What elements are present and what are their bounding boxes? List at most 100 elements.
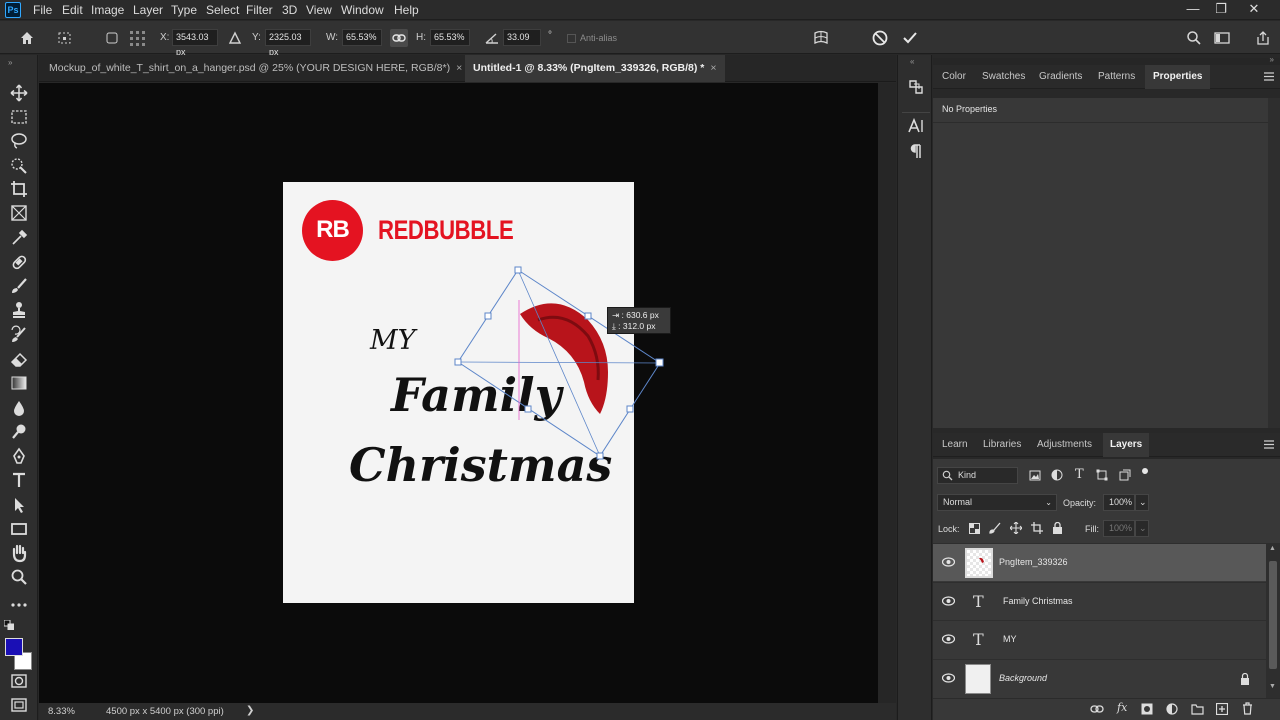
tab-layers[interactable]: Layers: [1103, 433, 1150, 457]
lasso-tool-icon[interactable]: [9, 131, 29, 151]
healing-brush-tool-icon[interactable]: [9, 252, 29, 272]
menu-type[interactable]: Type: [171, 3, 197, 17]
tab-swatches[interactable]: Swatches: [976, 65, 1031, 89]
visibility-eye-icon[interactable]: [942, 673, 955, 683]
tab-properties[interactable]: Properties: [1145, 65, 1211, 89]
vertical-scrollbar[interactable]: [878, 83, 896, 703]
opacity-field[interactable]: 100%: [1103, 494, 1135, 511]
layer-row-background[interactable]: Background: [933, 659, 1266, 698]
width-field[interactable]: 65.53%: [342, 29, 382, 46]
fill-chevron-icon[interactable]: ⌄: [1135, 520, 1149, 537]
blur-tool-icon[interactable]: [9, 398, 29, 418]
menu-layer[interactable]: Layer: [133, 3, 163, 17]
filter-smart-object-icon[interactable]: [1119, 469, 1131, 481]
layer-row-my[interactable]: T MY: [933, 620, 1266, 658]
collapse-dock-icon[interactable]: »: [1270, 55, 1274, 64]
layers-scrollbar[interactable]: ▲ ▼: [1266, 543, 1280, 698]
dodge-tool-icon[interactable]: [9, 422, 29, 442]
layer-row-pngitem[interactable]: PngItem_339326: [933, 543, 1266, 581]
rotation-angle-field[interactable]: 33.09: [503, 29, 541, 46]
link-proportions-icon[interactable]: [390, 29, 408, 47]
filter-shape-icon[interactable]: [1096, 469, 1108, 481]
menu-edit[interactable]: Edit: [62, 3, 83, 17]
link-layers-icon[interactable]: [1090, 704, 1104, 714]
gradient-tool-icon[interactable]: [9, 373, 29, 393]
menu-3d[interactable]: 3D: [282, 3, 297, 17]
collapse-strip-icon[interactable]: «: [910, 57, 914, 66]
x-position-field[interactable]: 3543.03 px: [172, 29, 218, 57]
transform-reference-icon[interactable]: [56, 29, 74, 47]
menu-view[interactable]: View: [306, 3, 332, 17]
transform-handle-bottom[interactable]: [596, 452, 604, 460]
close-icon[interactable]: ✕: [1244, 1, 1264, 17]
transform-handle-top-left[interactable]: [484, 312, 492, 320]
layers-scroll-thumb[interactable]: [1269, 561, 1277, 669]
properties-panel-menu-icon[interactable]: [1264, 72, 1274, 81]
menu-window[interactable]: Window: [341, 3, 384, 17]
type-tool-icon[interactable]: [9, 470, 29, 490]
transform-handle-left[interactable]: [454, 358, 462, 366]
new-layer-icon[interactable]: [1216, 703, 1228, 715]
visibility-eye-icon[interactable]: [942, 634, 955, 644]
properties-scrollbar[interactable]: [1268, 98, 1280, 428]
transform-handle-bottom-right[interactable]: [626, 405, 634, 413]
fill-field[interactable]: 100%: [1103, 520, 1135, 537]
commit-transform-icon[interactable]: [901, 29, 919, 47]
transform-overlay[interactable]: [440, 260, 680, 470]
tab-adjustments[interactable]: Adjustments: [1031, 433, 1098, 457]
layer-effects-icon[interactable]: fx: [1117, 701, 1127, 714]
path-selection-tool-icon[interactable]: [9, 495, 29, 515]
eraser-tool-icon[interactable]: [9, 349, 29, 369]
tab-untitled-close-icon[interactable]: ×: [710, 62, 716, 74]
layer-row-family-christmas[interactable]: T Family Christmas: [933, 582, 1266, 620]
paragraph-panel-icon[interactable]: [906, 141, 926, 161]
lock-all-icon[interactable]: [1052, 522, 1063, 534]
layers-panel-menu-icon[interactable]: [1264, 440, 1274, 449]
filter-type-icon[interactable]: T: [1075, 467, 1084, 482]
antialias-checkbox[interactable]: [567, 34, 576, 43]
foreground-color-swatch[interactable]: [5, 638, 23, 656]
lock-position-icon[interactable]: [1010, 522, 1022, 534]
reference-point-checkbox[interactable]: [104, 29, 122, 47]
share-icon[interactable]: [1254, 29, 1272, 47]
opacity-chevron-icon[interactable]: ⌄: [1135, 494, 1149, 511]
pen-tool-icon[interactable]: [9, 446, 29, 466]
more-tools-icon[interactable]: [9, 595, 29, 615]
menu-file[interactable]: File: [33, 3, 52, 17]
transform-handle-top[interactable]: [514, 266, 522, 274]
transform-handle-bottom-left[interactable]: [524, 405, 532, 413]
tab-mockup-document[interactable]: Mockup_of_white_T_shirt_on_a_hanger.psd …: [41, 55, 470, 82]
tab-mockup-close-icon[interactable]: ×: [456, 62, 462, 74]
screen-mode-icon[interactable]: [9, 695, 29, 715]
frame-tool-icon[interactable]: [9, 203, 29, 223]
brush-tool-icon[interactable]: [9, 276, 29, 296]
adjustment-layer-icon[interactable]: [1166, 703, 1178, 715]
home-icon[interactable]: [18, 29, 36, 47]
transform-handle-top-right[interactable]: [584, 312, 592, 320]
reference-point-grid-icon[interactable]: [128, 29, 146, 47]
history-brush-tool-icon[interactable]: [9, 325, 29, 345]
hand-tool-icon[interactable]: [9, 543, 29, 563]
layers-scroll-down-icon[interactable]: ▼: [1269, 683, 1276, 690]
layer-mask-icon[interactable]: [1141, 703, 1153, 715]
transform-handle-right[interactable]: [655, 358, 664, 367]
character-panel-icon[interactable]: [906, 116, 926, 136]
status-menu-arrow-icon[interactable]: ❯: [246, 705, 254, 716]
default-colors-icon[interactable]: [4, 620, 14, 630]
visibility-eye-icon[interactable]: [942, 557, 955, 567]
search-icon[interactable]: [1185, 29, 1203, 47]
warp-mode-icon[interactable]: [812, 29, 830, 47]
y-position-field[interactable]: 2325.03 px: [265, 29, 311, 57]
filter-pixel-icon[interactable]: [1029, 470, 1041, 481]
visibility-eye-icon[interactable]: [942, 596, 955, 606]
lock-artboard-icon[interactable]: [1031, 522, 1043, 534]
tab-patterns[interactable]: Patterns: [1092, 65, 1141, 89]
zoom-level[interactable]: 8.33%: [48, 706, 75, 717]
tab-untitled-document[interactable]: Untitled-1 @ 8.33% (PngItem_339326, RGB/…: [465, 55, 725, 82]
lock-image-pixels-icon[interactable]: [989, 522, 1001, 534]
restore-icon[interactable]: ❐: [1211, 1, 1231, 17]
marquee-tool-icon[interactable]: [9, 107, 29, 127]
tab-gradients[interactable]: Gradients: [1033, 65, 1088, 89]
tab-libraries[interactable]: Libraries: [977, 433, 1027, 457]
menu-image[interactable]: Image: [91, 3, 124, 17]
